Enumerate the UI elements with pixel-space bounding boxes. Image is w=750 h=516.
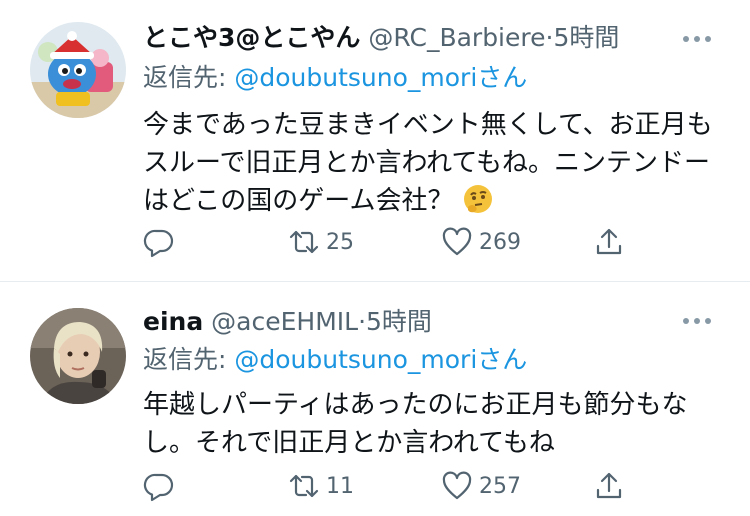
retweet-button[interactable]: 25	[288, 222, 354, 262]
tweet[interactable]: とこや3@とこやん @RC_Barbiere·5時間 返信先: @doubuts…	[0, 0, 750, 282]
avatar[interactable]	[30, 308, 126, 404]
tweet-text-content: 年越しパーティはあったのにお正月も節分もなし。それで旧正月とか言われてもね	[143, 390, 688, 458]
like-count: 257	[479, 473, 521, 499]
tweet-text-content: 今まであった豆まきイベント無くして、お正月もスルーで旧正月とか言われてもね。ニン…	[143, 110, 713, 216]
action-bar: 11 257	[143, 466, 623, 506]
share-icon	[593, 226, 625, 258]
reply-prefix: 返信先:	[143, 345, 235, 374]
like-count: 269	[479, 229, 521, 255]
reply-button[interactable]	[143, 222, 181, 262]
retweet-icon	[288, 226, 320, 258]
action-bar: 25 269	[143, 222, 623, 262]
display-name[interactable]: とこや3@とこやん	[143, 23, 360, 52]
retweet-icon	[288, 470, 320, 502]
retweet-count: 11	[326, 473, 354, 499]
tweet-header: とこや3@とこやん @RC_Barbiere·5時間	[143, 20, 619, 56]
reply-icon	[143, 470, 175, 502]
user-handle[interactable]: @aceEHMIL	[211, 307, 358, 336]
reply-icon	[143, 226, 175, 258]
timestamp[interactable]: 5時間	[553, 23, 619, 52]
tweet-text: 今まであった豆まきイベント無くして、お正月もスルーで旧正月とか言われてもね。ニン…	[143, 106, 723, 220]
heart-icon	[441, 470, 473, 502]
tweet-header: eina @aceEHMIL·5時間	[143, 304, 432, 340]
reply-mention[interactable]: @doubutsuno_mori	[234, 345, 477, 374]
tweet[interactable]: eina @aceEHMIL·5時間 返信先: @doubutsuno_mori…	[0, 282, 750, 516]
reply-prefix: 返信先:	[143, 63, 235, 92]
separator-dot: ·	[358, 307, 367, 336]
share-button[interactable]	[593, 222, 625, 262]
like-button[interactable]: 257	[441, 466, 521, 506]
user-handle[interactable]: @RC_Barbiere	[368, 23, 545, 52]
share-icon	[593, 470, 625, 502]
timestamp[interactable]: 5時間	[366, 307, 432, 336]
more-options-icon[interactable]	[682, 30, 712, 48]
reply-context: 返信先: @doubutsuno_moriさん	[143, 60, 527, 96]
retweet-count: 25	[326, 229, 354, 255]
share-button[interactable]	[593, 466, 625, 506]
reply-suffix: さん	[477, 63, 528, 92]
avatar[interactable]	[30, 22, 126, 118]
more-options-icon[interactable]	[682, 312, 712, 330]
like-button[interactable]: 269	[441, 222, 521, 262]
reply-suffix: さん	[477, 345, 528, 374]
thinking-face-icon	[462, 183, 494, 215]
display-name[interactable]: eina	[143, 307, 203, 336]
reply-context: 返信先: @doubutsuno_moriさん	[143, 342, 527, 378]
reply-mention[interactable]: @doubutsuno_mori	[234, 63, 477, 92]
tweet-text: 年越しパーティはあったのにお正月も節分もなし。それで旧正月とか言われてもね	[143, 386, 723, 462]
reply-button[interactable]	[143, 466, 181, 506]
retweet-button[interactable]: 11	[288, 466, 354, 506]
heart-icon	[441, 226, 473, 258]
